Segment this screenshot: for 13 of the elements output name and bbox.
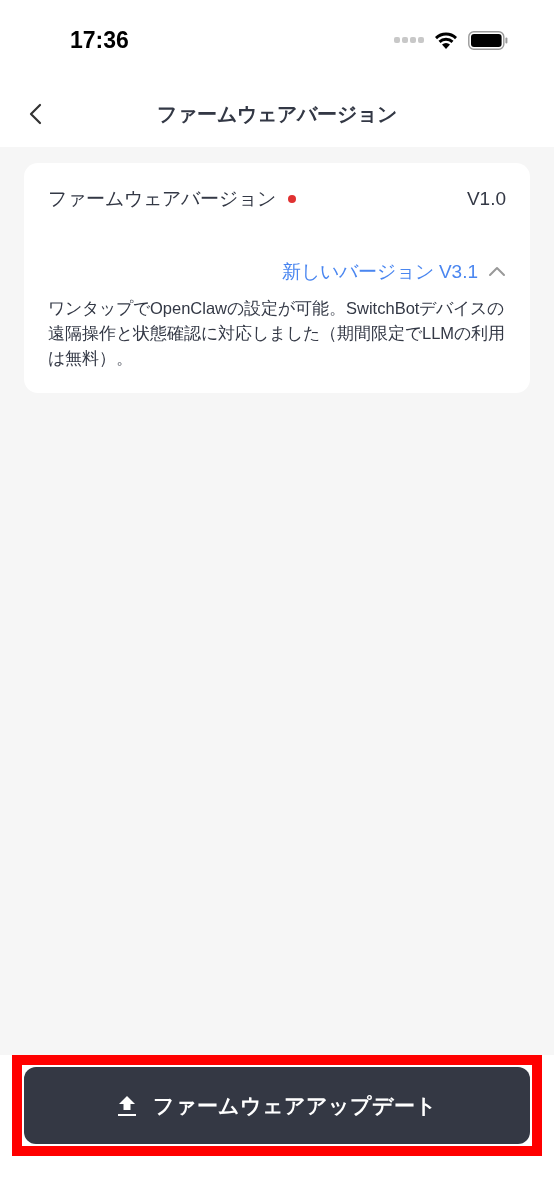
upload-icon	[117, 1094, 137, 1117]
battery-icon	[468, 30, 508, 50]
firmware-update-button[interactable]: ファームウェアアップデート	[24, 1067, 530, 1144]
signal-icon	[394, 37, 424, 43]
back-icon	[28, 103, 42, 125]
chevron-up-icon[interactable]	[488, 266, 506, 278]
current-version: V1.0	[466, 187, 506, 211]
page-title: ファームウェアバージョン	[157, 101, 397, 127]
status-time: 17:36	[70, 25, 129, 55]
new-version-link[interactable]: 新しいバージョン V3.1	[281, 257, 478, 286]
release-notes: ワンタップでOpenClawの設定が可能。SwitchBotデバイスの遠隔操作と状態確認に対応しました（期間限定でLLMの利用は無料）。	[48, 298, 506, 369]
wifi-icon	[434, 31, 458, 49]
firmware-label: ファームウェアバージョン	[48, 187, 276, 211]
